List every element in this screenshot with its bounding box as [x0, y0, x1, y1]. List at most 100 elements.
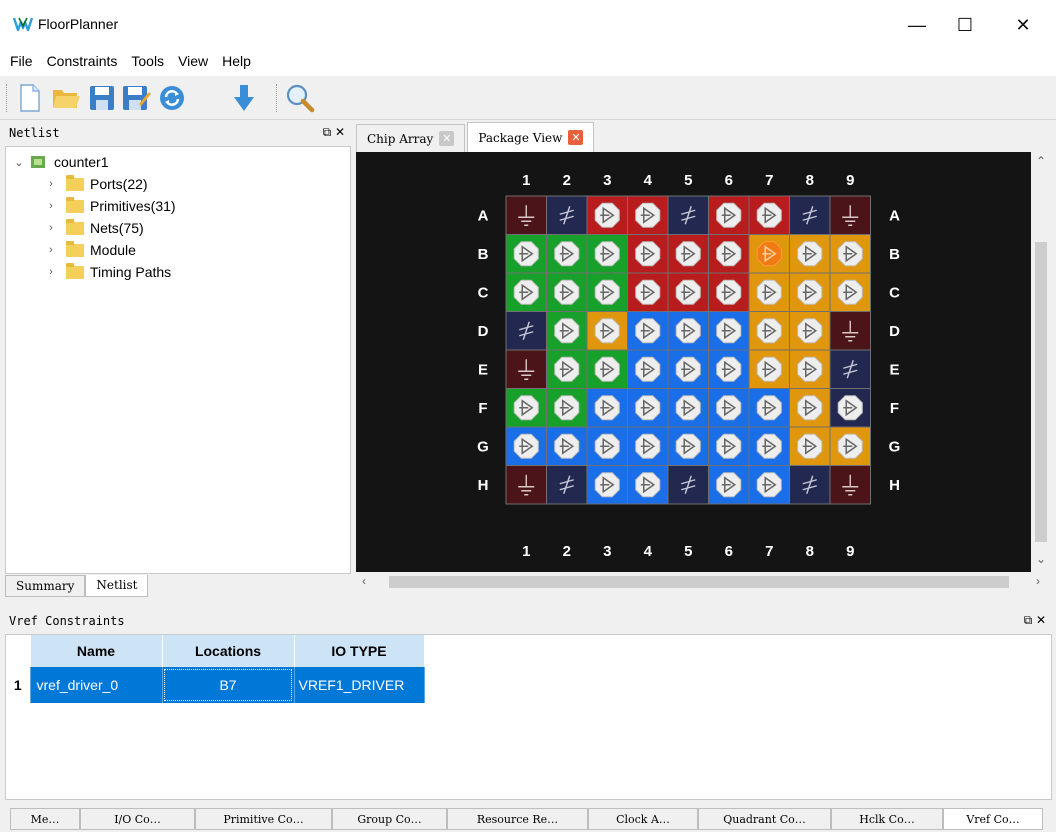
scroll-right-icon[interactable]: › — [1036, 574, 1040, 588]
tab-summary[interactable]: Summary — [5, 575, 86, 597]
menu-file[interactable]: File — [10, 53, 33, 69]
pin-E5[interactable] — [667, 349, 709, 389]
pin-F3[interactable] — [586, 388, 628, 428]
tab-netlist[interactable]: Netlist — [85, 575, 149, 597]
maximize-button[interactable]: ☐ — [942, 10, 988, 40]
search-icon[interactable] — [284, 82, 316, 114]
cell-location[interactable]: B7 — [162, 667, 295, 703]
tree-item-nets[interactable]: › Nets(75) — [44, 217, 144, 239]
pin-B6[interactable] — [708, 234, 750, 274]
pin-A9[interactable] — [829, 195, 871, 235]
pin-G2[interactable] — [546, 426, 588, 466]
pin-D6[interactable] — [708, 311, 750, 351]
collapse-arrow-icon[interactable]: › — [44, 244, 58, 256]
pin-H1[interactable] — [505, 465, 547, 505]
pin-G5[interactable] — [667, 426, 709, 466]
tree-item-module[interactable]: › Module — [44, 239, 136, 261]
pin-E1[interactable] — [505, 349, 547, 389]
pin-F9[interactable] — [829, 388, 871, 428]
pin-H4[interactable] — [627, 465, 669, 505]
save-icon[interactable] — [86, 82, 118, 114]
minimize-button[interactable]: — — [894, 10, 940, 40]
row-number[interactable]: 1 — [6, 667, 31, 703]
pin-C1[interactable] — [505, 272, 547, 312]
tree-item-timing-paths[interactable]: › Timing Paths — [44, 261, 171, 283]
pin-G7[interactable] — [748, 426, 790, 466]
menu-tools[interactable]: Tools — [131, 53, 164, 69]
tab-messages[interactable]: Me… — [10, 808, 80, 830]
tab-package-view[interactable]: Package View ✕ — [467, 122, 595, 152]
tab-vref-constraints[interactable]: Vref Co… — [943, 808, 1043, 830]
pin-F5[interactable] — [667, 388, 709, 428]
vertical-scrollbar[interactable]: ⌃ ⌄ — [1031, 152, 1051, 572]
pin-F7[interactable] — [748, 388, 790, 428]
tab-hclk-constraints[interactable]: Hclk Co… — [831, 808, 943, 830]
table-row[interactable]: 1 vref_driver_0 B7 VREF1_DRIVER — [6, 667, 425, 703]
pin-H9[interactable] — [829, 465, 871, 505]
pin-B4[interactable] — [627, 234, 669, 274]
pin-H7[interactable] — [748, 465, 790, 505]
pin-E8[interactable] — [789, 349, 831, 389]
pin-G8[interactable] — [789, 426, 831, 466]
pin-C8[interactable] — [789, 272, 831, 312]
pin-A5[interactable] — [667, 195, 709, 235]
pin-A3[interactable] — [586, 195, 628, 235]
panel-float-close-controls[interactable]: ⧉ ✕ — [323, 125, 345, 140]
pin-B7[interactable] — [748, 234, 790, 274]
pin-F4[interactable] — [627, 388, 669, 428]
pin-D2[interactable] — [546, 311, 588, 351]
close-icon[interactable]: ✕ — [568, 130, 584, 145]
scroll-down-icon[interactable]: ⌄ — [1036, 552, 1046, 566]
pin-G6[interactable] — [708, 426, 750, 466]
tab-quadrant-constraints[interactable]: Quadrant Co… — [698, 808, 831, 830]
tree-item-ports[interactable]: › Ports(22) — [44, 173, 148, 195]
cell-name[interactable]: vref_driver_0 — [30, 667, 163, 703]
menu-help[interactable]: Help — [222, 53, 251, 69]
pin-E2[interactable] — [546, 349, 588, 389]
pin-C4[interactable] — [627, 272, 669, 312]
horizontal-scrollbar[interactable]: ‹ › — [356, 572, 1051, 592]
pin-D4[interactable] — [627, 311, 669, 351]
pin-F1[interactable] — [505, 388, 547, 428]
pin-A6[interactable] — [708, 195, 750, 235]
collapse-arrow-icon[interactable]: › — [44, 178, 58, 190]
download-icon[interactable] — [228, 82, 260, 114]
pin-A1[interactable] — [505, 195, 547, 235]
column-header-locations[interactable]: Locations — [162, 635, 295, 667]
pin-A4[interactable] — [627, 195, 669, 235]
pin-C5[interactable] — [667, 272, 709, 312]
pin-B5[interactable] — [667, 234, 709, 274]
open-folder-icon[interactable] — [50, 82, 82, 114]
pin-H2[interactable] — [546, 465, 588, 505]
scroll-left-icon[interactable]: ‹ — [362, 574, 366, 588]
pin-H5[interactable] — [667, 465, 709, 505]
new-file-icon[interactable] — [14, 82, 46, 114]
pin-G3[interactable] — [586, 426, 628, 466]
pin-H6[interactable] — [708, 465, 750, 505]
tab-clock-assignment[interactable]: Clock A… — [588, 808, 698, 830]
pin-D5[interactable] — [667, 311, 709, 351]
pin-D8[interactable] — [789, 311, 831, 351]
collapse-arrow-icon[interactable]: › — [44, 266, 58, 278]
pin-E7[interactable] — [748, 349, 790, 389]
pin-C6[interactable] — [708, 272, 750, 312]
tab-resource-reservation[interactable]: Resource Re… — [447, 808, 588, 830]
column-header-io-type[interactable]: IO TYPE — [294, 635, 425, 667]
pin-H8[interactable] — [789, 465, 831, 505]
save-as-icon[interactable] — [120, 82, 152, 114]
close-icon[interactable]: ✕ — [439, 131, 455, 146]
package-view-canvas[interactable]: 1 1 2 2 3 3 4 4 5 5 6 6 7 7 8 8 9 9 A A B B C C D D E E F F G G H H — [356, 152, 1031, 572]
pin-C9[interactable] — [829, 272, 871, 312]
pin-B3[interactable] — [586, 234, 628, 274]
tab-group-constraints[interactable]: Group Co… — [332, 808, 447, 830]
expand-arrow-icon[interactable]: ⌄ — [12, 156, 26, 169]
pin-G9[interactable] — [829, 426, 871, 466]
pin-F6[interactable] — [708, 388, 750, 428]
pin-C7[interactable] — [748, 272, 790, 312]
pin-A2[interactable] — [546, 195, 588, 235]
pin-C2[interactable] — [546, 272, 588, 312]
pin-B8[interactable] — [789, 234, 831, 274]
refresh-icon[interactable] — [156, 82, 188, 114]
close-button[interactable]: ✕ — [1000, 10, 1046, 40]
menu-constraints[interactable]: Constraints — [47, 53, 118, 69]
